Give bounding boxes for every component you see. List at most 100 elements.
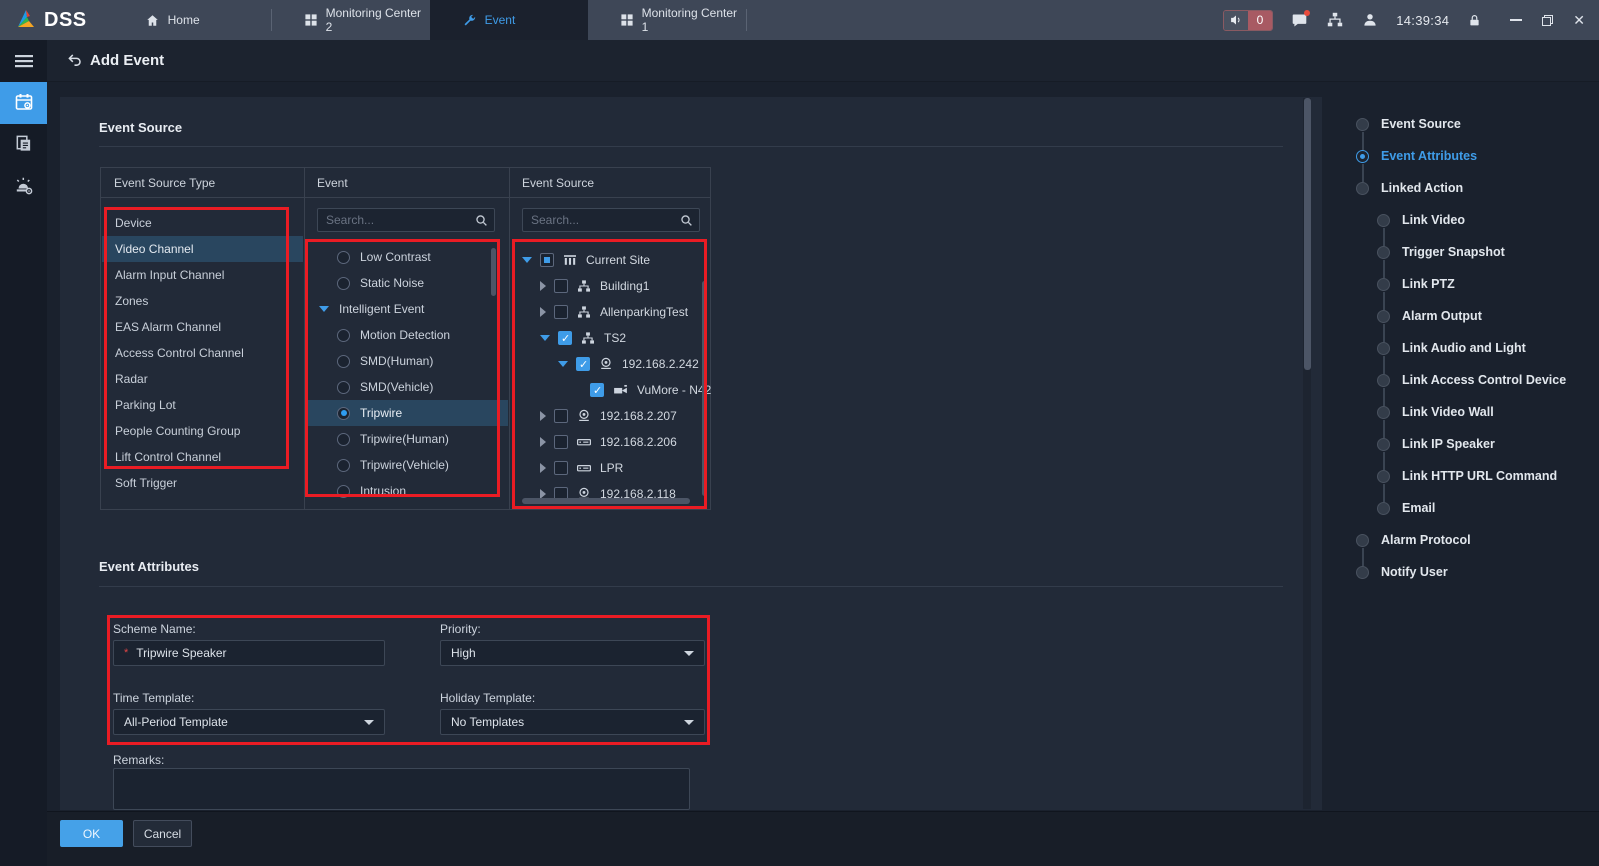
scheme-name-input[interactable] xyxy=(136,646,374,660)
close-button[interactable]: ✕ xyxy=(1573,13,1585,27)
event-search-input[interactable] xyxy=(326,213,475,227)
tree-node-lpr[interactable]: LPR xyxy=(540,455,623,481)
event-list-scrollbar[interactable] xyxy=(491,248,496,296)
tree-node-current-site[interactable]: Current Site xyxy=(522,247,650,273)
rail-item-event-config[interactable] xyxy=(0,82,47,124)
source-search-input[interactable] xyxy=(531,213,680,227)
sitemap-icon[interactable] xyxy=(1326,11,1344,29)
radio-button[interactable] xyxy=(337,329,350,342)
step-alarm-protocol[interactable]: Alarm Protocol xyxy=(1381,533,1471,547)
step-event-attributes[interactable]: Event Attributes xyxy=(1381,149,1477,163)
step-dot-notify-user[interactable] xyxy=(1356,566,1369,579)
expand-arrow-icon[interactable] xyxy=(522,257,532,263)
checkbox[interactable] xyxy=(558,331,572,345)
rail-item-documents[interactable] xyxy=(0,124,47,166)
message-icon[interactable] xyxy=(1291,12,1308,29)
expand-arrow-icon[interactable] xyxy=(540,335,550,341)
checkbox[interactable] xyxy=(590,383,604,397)
event-group-intelligent-event[interactable]: Intelligent Event xyxy=(305,296,508,322)
event-option-intrusion[interactable]: Intrusion xyxy=(305,478,508,504)
event-option-motion-detection[interactable]: Motion Detection xyxy=(305,322,508,348)
source-type-parking-lot[interactable]: Parking Lot xyxy=(102,392,303,418)
event-option-static-noise[interactable]: Static Noise xyxy=(305,270,508,296)
step-dot-link-access-control-device[interactable] xyxy=(1377,374,1390,387)
radio-button[interactable] xyxy=(337,251,350,264)
tree-node-192-168-2-242[interactable]: 192.168.2.242 xyxy=(558,351,699,377)
source-type-zones[interactable]: Zones xyxy=(102,288,303,314)
step-dot-link-ip-speaker[interactable] xyxy=(1377,438,1390,451)
source-type-people-counting-group[interactable]: People Counting Group xyxy=(102,418,303,444)
radio-button[interactable] xyxy=(337,485,350,498)
tree-node-192-168-2-206[interactable]: 192.168.2.206 xyxy=(540,429,677,455)
step-dot-link-http-url-command[interactable] xyxy=(1377,470,1390,483)
holiday-template-select[interactable]: No Templates xyxy=(440,709,705,735)
step-dot-link-ptz[interactable] xyxy=(1377,278,1390,291)
step-link-http-url-command[interactable]: Link HTTP URL Command xyxy=(1402,469,1557,483)
remarks-input[interactable] xyxy=(114,769,689,809)
expand-arrow-icon[interactable] xyxy=(319,306,329,312)
tree-node-building1[interactable]: Building1 xyxy=(540,273,649,299)
radio-button[interactable] xyxy=(337,355,350,368)
step-link-video[interactable]: Link Video xyxy=(1402,213,1465,227)
panel-scrollbar[interactable] xyxy=(1304,98,1311,370)
radio-button[interactable] xyxy=(337,277,350,290)
tree-node-192-168-2-207[interactable]: 192.168.2.207 xyxy=(540,403,677,429)
source-type-lift-control-channel[interactable]: Lift Control Channel xyxy=(102,444,303,470)
step-dot-alarm-protocol[interactable] xyxy=(1356,534,1369,547)
step-dot-event-attributes[interactable] xyxy=(1356,150,1369,163)
source-type-radar[interactable]: Radar xyxy=(102,366,303,392)
collapse-arrow-icon[interactable] xyxy=(540,307,546,317)
event-option-smd-vehicle-[interactable]: SMD(Vehicle) xyxy=(305,374,508,400)
step-dot-email[interactable] xyxy=(1377,502,1390,515)
restore-button[interactable] xyxy=(1542,15,1553,26)
step-link-ptz[interactable]: Link PTZ xyxy=(1402,277,1455,291)
checkbox[interactable] xyxy=(554,409,568,423)
tree-node-vumore-n42[interactable]: VuMore - N42 xyxy=(576,377,711,403)
step-alarm-output[interactable]: Alarm Output xyxy=(1402,309,1482,323)
tab-monitoring-center-2[interactable]: Monitoring Center 2 xyxy=(272,0,430,40)
priority-select[interactable]: High xyxy=(440,640,705,666)
checkbox[interactable] xyxy=(576,357,590,371)
step-email[interactable]: Email xyxy=(1402,501,1435,515)
tree-node-ts2[interactable]: TS2 xyxy=(540,325,626,351)
radio-button[interactable] xyxy=(337,381,350,394)
step-dot-link-video-wall[interactable] xyxy=(1377,406,1390,419)
source-type-device[interactable]: Device xyxy=(102,210,303,236)
step-event-source[interactable]: Event Source xyxy=(1381,117,1461,131)
source-type-eas-alarm-channel[interactable]: EAS Alarm Channel xyxy=(102,314,303,340)
step-dot-link-video[interactable] xyxy=(1377,214,1390,227)
step-link-ip-speaker[interactable]: Link IP Speaker xyxy=(1402,437,1495,451)
event-option-low-contrast[interactable]: Low Contrast xyxy=(305,244,508,270)
event-option-tripwire-vehicle-[interactable]: Tripwire(Vehicle) xyxy=(305,452,508,478)
minimize-button[interactable] xyxy=(1510,19,1522,21)
tab-event[interactable]: Event xyxy=(430,0,588,40)
checkbox[interactable] xyxy=(554,435,568,449)
checkbox[interactable] xyxy=(554,279,568,293)
rail-item-alarm-config[interactable] xyxy=(0,166,47,208)
step-notify-user[interactable]: Notify User xyxy=(1381,565,1448,579)
checkbox[interactable] xyxy=(554,461,568,475)
collapse-arrow-icon[interactable] xyxy=(540,437,546,447)
ok-button[interactable]: OK xyxy=(60,820,123,847)
event-option-tripwire-human-[interactable]: Tripwire(Human) xyxy=(305,426,508,452)
menu-icon[interactable] xyxy=(0,40,47,82)
sound-alarm-indicator[interactable]: 0 xyxy=(1223,10,1274,31)
tab-home[interactable]: Home xyxy=(113,0,271,40)
tree-horizontal-scrollbar[interactable] xyxy=(522,498,690,504)
expand-arrow-icon[interactable] xyxy=(558,361,568,367)
step-dot-linked-action[interactable] xyxy=(1356,182,1369,195)
tab-monitoring-center-1[interactable]: Monitoring Center 1 xyxy=(588,0,746,40)
step-trigger-snapshot[interactable]: Trigger Snapshot xyxy=(1402,245,1505,259)
collapse-arrow-icon[interactable] xyxy=(540,411,546,421)
step-dot-link-audio-and-light[interactable] xyxy=(1377,342,1390,355)
step-linked-action[interactable]: Linked Action xyxy=(1381,181,1463,195)
checkbox[interactable] xyxy=(554,305,568,319)
step-dot-event-source[interactable] xyxy=(1356,118,1369,131)
step-dot-trigger-snapshot[interactable] xyxy=(1377,246,1390,259)
source-type-soft-trigger[interactable]: Soft Trigger xyxy=(102,470,303,496)
step-link-access-control-device[interactable]: Link Access Control Device xyxy=(1402,373,1566,387)
step-dot-alarm-output[interactable] xyxy=(1377,310,1390,323)
search-icon[interactable] xyxy=(475,214,488,227)
collapse-arrow-icon[interactable] xyxy=(540,463,546,473)
lock-icon[interactable] xyxy=(1467,13,1482,28)
